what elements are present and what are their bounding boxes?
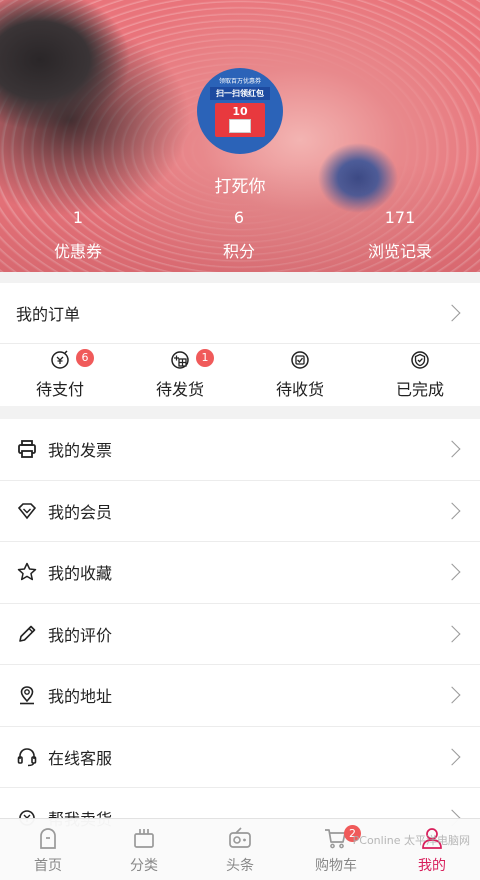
order-status-completed[interactable]: 已完成: [360, 344, 480, 406]
orders-header[interactable]: 我的订单: [0, 283, 480, 344]
stat-label: 优惠券: [53, 242, 102, 261]
menu-item-membership[interactable]: 我的会员: [0, 481, 480, 542]
stat-coupons[interactable]: 1 优惠券: [18, 206, 138, 262]
menu-item-label: 我的评价: [48, 625, 113, 645]
menu-item-label: 我的收藏: [48, 564, 113, 584]
radio-icon: [229, 827, 251, 848]
chevron-right-icon: [443, 748, 461, 766]
order-status-label: 待发货: [155, 380, 204, 399]
menu-item-reviews[interactable]: 我的评价: [0, 604, 480, 665]
order-status-pending-shipment[interactable]: 1 待发货: [120, 344, 240, 406]
profile-header: 领取百万优惠券 扫一扫领红包 10 打死你 1 优惠券 6 积分 171 浏览记…: [0, 0, 480, 272]
avatar-banner: 扫一扫领红包: [210, 87, 270, 100]
wallet-yen-icon: [51, 350, 69, 369]
orders-title: 我的订单: [16, 305, 81, 324]
menu-item-label: 我的地址: [48, 687, 113, 707]
tab-headlines[interactable]: 头条: [192, 819, 288, 880]
tab-cart[interactable]: 2 购物车: [288, 819, 384, 880]
home-icon: [40, 828, 56, 849]
tab-label: 购物车: [315, 858, 357, 874]
menu-item-favorites[interactable]: 我的收藏: [0, 542, 480, 604]
tab-label: 我的: [418, 858, 446, 874]
chevron-right-icon: [443, 502, 461, 520]
stat-value: 6: [233, 208, 245, 227]
avatar-amount: 10: [232, 105, 248, 118]
order-status-label: 已完成: [395, 380, 444, 399]
avatar-card: 10: [215, 103, 265, 137]
avatar[interactable]: 领取百万优惠券 扫一扫领红包 10: [197, 68, 283, 154]
stat-value: 1: [72, 208, 84, 227]
stat-value: 171: [384, 208, 416, 227]
order-status-pending-payment[interactable]: 6 待支付: [0, 344, 120, 406]
tab-label: 首页: [34, 858, 62, 874]
receive-icon: [291, 351, 309, 369]
menu-item-address[interactable]: 我的地址: [0, 665, 480, 727]
chevron-right-icon: [443, 563, 461, 581]
order-status-label: 待收货: [275, 380, 324, 399]
menu-item-label: 我的会员: [48, 502, 113, 522]
chevron-right-icon: [443, 304, 461, 322]
box-add-icon: [171, 351, 189, 369]
printer-icon: [18, 440, 36, 459]
watermark: PConline 太平洋电脑网: [352, 834, 470, 847]
qr-code-icon: [229, 119, 251, 133]
headset-icon: [17, 747, 37, 766]
menu-item-label: 在线客服: [48, 748, 113, 768]
diamond-icon: [17, 502, 37, 520]
tab-label: 分类: [130, 858, 158, 874]
order-badge: 6: [76, 349, 94, 367]
bottom-tab-bar: 首页 分类 头条 2 购物车 我的: [0, 818, 480, 880]
category-icon: [134, 829, 154, 848]
menu-item-customer-service[interactable]: 在线客服: [0, 727, 480, 788]
stat-points[interactable]: 6 积分: [179, 206, 299, 262]
stat-history[interactable]: 171 浏览记录: [340, 206, 460, 262]
order-status-pending-receipt[interactable]: 待收货: [240, 344, 360, 406]
chevron-right-icon: [443, 625, 461, 643]
tab-home[interactable]: 首页: [0, 819, 96, 880]
location-pin-icon: [20, 686, 34, 705]
order-status-row: 6 待支付 1 待发货 待收货 已完成: [0, 344, 480, 406]
pencil-icon: [19, 625, 36, 642]
stat-label: 浏览记录: [367, 242, 432, 261]
order-badge: 1: [196, 349, 214, 367]
tab-mine[interactable]: 我的: [384, 819, 480, 880]
star-icon: [17, 563, 37, 581]
tab-label: 头条: [226, 858, 254, 874]
chevron-right-icon: [443, 440, 461, 458]
chevron-right-icon: [443, 686, 461, 704]
orders-card: 我的订单 6 待支付 1 待发货 待收货 已完成: [0, 283, 480, 406]
stat-label: 积分: [222, 242, 255, 261]
username[interactable]: 打死你: [0, 172, 480, 197]
menu-item-label: 我的发票: [48, 441, 113, 461]
tab-category[interactable]: 分类: [96, 819, 192, 880]
menu-item-invoice[interactable]: 我的发票: [0, 419, 480, 481]
shield-check-icon: [411, 351, 429, 369]
order-status-label: 待支付: [35, 380, 84, 399]
avatar-caption: 领取百万优惠券: [218, 78, 261, 85]
settings-menu: 我的发票 我的会员 我的收藏 我的评价 我的地址 在线客服: [0, 419, 480, 850]
